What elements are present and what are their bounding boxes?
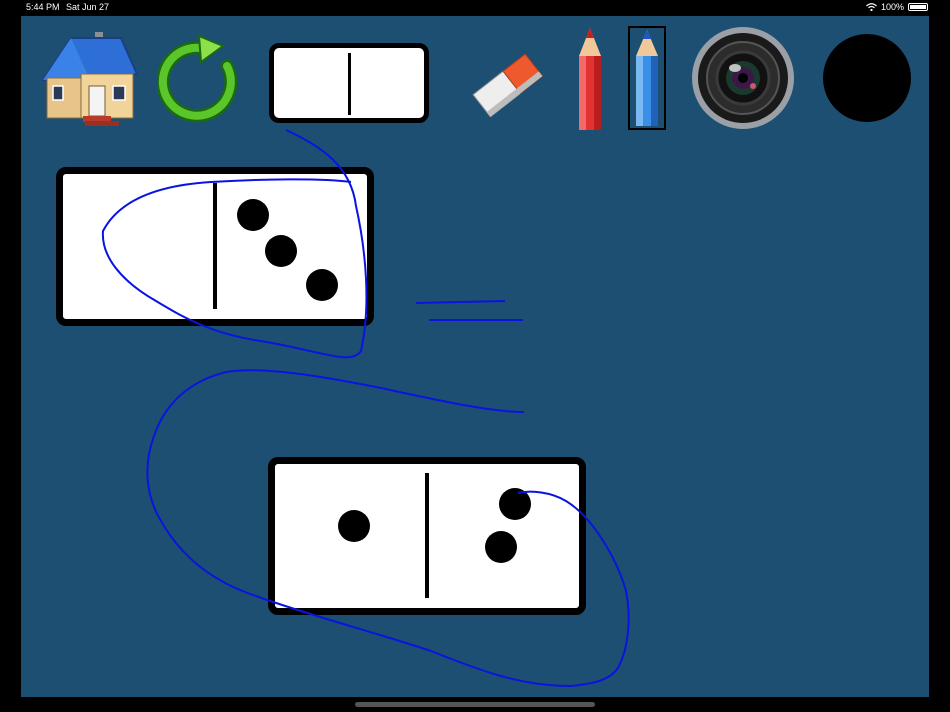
domino-pip (265, 235, 297, 267)
domino-pip (237, 199, 269, 231)
red-pencil-button[interactable] (575, 26, 605, 132)
color-swatch-button[interactable] (823, 34, 911, 122)
domino-pip (306, 269, 338, 301)
ink-stroke (415, 300, 506, 304)
house-icon (41, 32, 139, 126)
domino-1-2[interactable] (268, 457, 586, 615)
red-pencil-icon (579, 28, 601, 130)
camera-button[interactable] (691, 26, 795, 130)
domino-0-3[interactable] (56, 167, 374, 326)
blank-domino-button[interactable] (269, 43, 429, 123)
green-circular-arrow-icon (157, 34, 238, 123)
blue-pencil-icon (636, 30, 658, 126)
home-button[interactable] (33, 26, 141, 130)
status-right: 100% (866, 2, 928, 12)
eraser-icon (472, 53, 544, 118)
battery-percent: 100% (880, 2, 904, 12)
domino-divider (425, 473, 429, 598)
domino-pip (338, 510, 370, 542)
eraser-button[interactable] (469, 44, 545, 128)
blue-pencil-button[interactable] (628, 26, 666, 130)
home-indicator[interactable] (355, 702, 595, 707)
domino-pip (499, 488, 531, 520)
domino-divider (348, 53, 351, 115)
refresh-button[interactable] (157, 30, 249, 126)
battery-icon (908, 3, 928, 11)
status-time: 5:44 PM (26, 2, 60, 12)
domino-divider (213, 183, 217, 309)
black-circle-icon (823, 34, 911, 122)
domino-pip (485, 531, 517, 563)
status-date: Sat Jun 27 (66, 2, 110, 12)
camera-lens-icon (692, 27, 794, 129)
drawing-canvas[interactable] (21, 16, 929, 697)
status-bar: 5:44 PM Sat Jun 27 100% (0, 0, 950, 16)
wifi-icon (866, 3, 877, 11)
